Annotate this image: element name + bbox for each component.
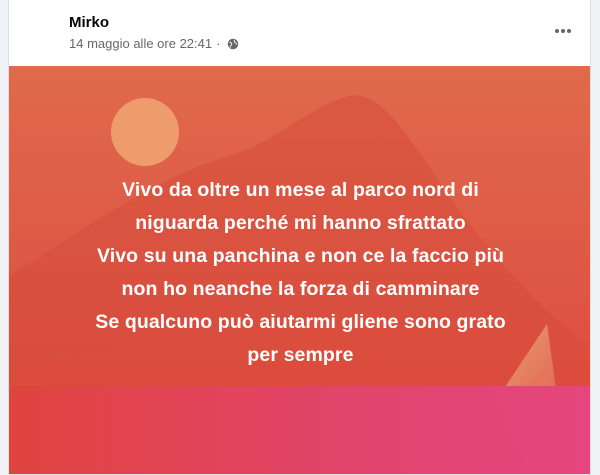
post-text-line: per sempre: [247, 344, 354, 366]
post-text: Vivo da oltre un mese al parco nord di n…: [29, 174, 572, 372]
post-meta: 14 maggio alle ore 22:41 ·: [69, 36, 239, 51]
post-header: Mirko 14 maggio alle ore 22:41 ·: [9, 0, 590, 66]
post-text-line: Vivo su una panchina e non ce la faccio …: [96, 245, 505, 267]
post-text-line: non ho neanche la forza di camminare: [121, 278, 480, 300]
sun-shape: [111, 98, 179, 166]
more-options-icon: [555, 29, 571, 33]
post-text-line: Se qualcuno può aiutarmi gliene sono gra…: [95, 311, 506, 333]
post-text-line: niguarda perché mi hanno sfrattato: [135, 212, 466, 234]
post-text-line: Vivo da oltre un mese al parco nord di: [122, 179, 479, 201]
post-background-image: Vivo da oltre un mese al parco nord di n…: [9, 66, 590, 474]
globe-icon[interactable]: [227, 38, 239, 50]
avatar[interactable]: [19, 12, 59, 52]
meta-separator: ·: [216, 36, 221, 51]
post-timestamp[interactable]: 14 maggio alle ore 22:41: [69, 36, 212, 51]
post-card: Mirko 14 maggio alle ore 22:41 · Vivo da…: [8, 0, 591, 475]
author-name[interactable]: Mirko: [69, 14, 109, 31]
more-options-button[interactable]: [550, 18, 576, 44]
